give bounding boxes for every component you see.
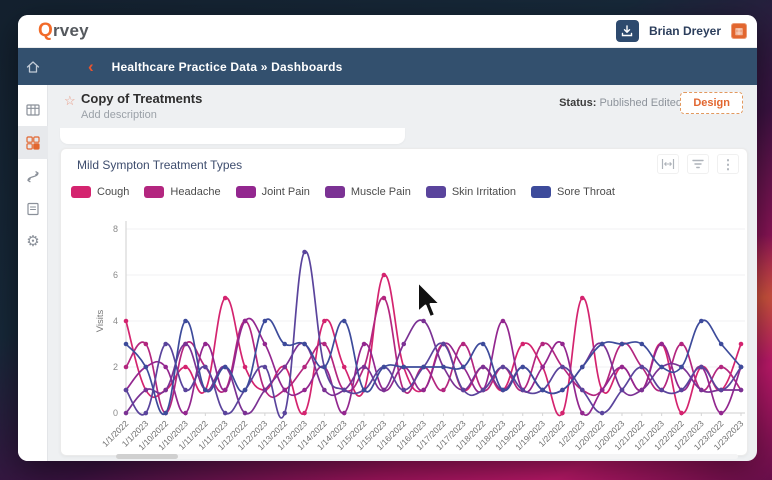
main-content: ☆ Copy of Treatments Add description Sta… <box>48 85 757 461</box>
legend-label: Headache <box>170 186 220 198</box>
sidebar-item-dashboards[interactable] <box>18 126 48 159</box>
back-chevron-icon[interactable]: ‹ <box>88 58 94 75</box>
sidebar: ⚙ <box>18 85 48 461</box>
sidebar-item-pages[interactable] <box>18 192 48 225</box>
svg-text:2: 2 <box>113 362 118 372</box>
partial-panel-above <box>60 128 405 144</box>
chart-legend: Cough Headache Joint Pain Muscle Pain Skin I… <box>71 186 615 198</box>
legend-item[interactable]: Joint Pain <box>236 186 310 198</box>
topbar-right: Brian Dreyer ▦ <box>616 20 747 42</box>
chart-hscroll-thumb[interactable] <box>116 454 178 459</box>
breadcrumb-bar: ‹ Healthcare Practice Data » Dashboards <box>18 48 757 85</box>
status-label: Status: <box>559 97 596 109</box>
legend-swatch <box>236 186 256 198</box>
breadcrumb[interactable]: Healthcare Practice Data » Dashboards <box>112 60 343 74</box>
sidebar-item-settings[interactable]: ⚙ <box>18 225 48 258</box>
legend-label: Sore Throat <box>557 186 615 198</box>
legend-label: Muscle Pain <box>351 186 411 198</box>
status-text: Status: Published Edited <box>559 97 682 109</box>
design-button[interactable]: Design <box>680 92 743 114</box>
legend-item[interactable]: Headache <box>144 186 220 198</box>
chart-panel-toolbar: ⋮ <box>657 154 739 174</box>
legend-swatch <box>71 186 91 198</box>
fit-width-button[interactable] <box>657 154 679 174</box>
logo-q: Q <box>38 20 53 41</box>
sidebar-item-connections[interactable] <box>18 159 48 192</box>
user-name[interactable]: Brian Dreyer <box>649 24 721 38</box>
home-icon <box>25 59 41 75</box>
download-icon <box>621 25 633 37</box>
fit-width-icon <box>661 158 675 170</box>
app-window: Qrvey Brian Dreyer ▦ ‹ Healthcare Practi… <box>18 15 757 461</box>
desktop-background: { "header": { "logo_q": "Q", "logo_rest"… <box>0 0 772 480</box>
pages-icon <box>25 201 41 217</box>
kebab-menu-icon: ⋮ <box>722 158 735 171</box>
legend-label: Cough <box>97 186 129 198</box>
chart-hscroll-track[interactable] <box>116 454 738 459</box>
svg-text:4: 4 <box>113 316 118 326</box>
svg-text:6: 6 <box>113 270 118 280</box>
home-nav-cell[interactable] <box>18 48 48 85</box>
legend-label: Skin Irritation <box>452 186 516 198</box>
dashboards-icon <box>25 135 41 151</box>
tables-icon <box>25 102 41 118</box>
legend-item[interactable]: Muscle Pain <box>325 186 411 198</box>
chart-panel-title: Mild Sympton Treatment Types <box>77 158 242 172</box>
avatar-image-icon: ▦ <box>735 26 744 37</box>
svg-text:0: 0 <box>113 408 118 418</box>
filter-button[interactable] <box>687 154 709 174</box>
qrvey-logo[interactable]: Qrvey <box>38 20 89 42</box>
legend-item[interactable]: Skin Irritation <box>426 186 516 198</box>
legend-swatch <box>144 186 164 198</box>
top-bar: Qrvey Brian Dreyer ▦ <box>18 15 757 48</box>
legend-item[interactable]: Cough <box>71 186 129 198</box>
add-description-field[interactable]: Add description <box>81 109 157 121</box>
legend-label: Joint Pain <box>262 186 310 198</box>
user-avatar[interactable]: ▦ <box>731 23 747 39</box>
chart-menu-button[interactable]: ⋮ <box>717 154 739 174</box>
logo-rest: rvey <box>53 21 89 40</box>
legend-item[interactable]: Sore Throat <box>531 186 615 198</box>
legend-swatch <box>426 186 446 198</box>
page-title: Copy of Treatments <box>81 91 202 106</box>
favorite-star-icon[interactable]: ☆ <box>64 93 76 109</box>
legend-swatch <box>531 186 551 198</box>
connections-icon <box>25 168 41 184</box>
legend-swatch <box>325 186 345 198</box>
status-value: Published Edited <box>599 97 682 109</box>
settings-gear-icon: ⚙ <box>26 234 39 249</box>
export-download-button[interactable] <box>616 20 639 42</box>
treatment-line-chart[interactable]: 02468Visits1/1/20221/1/20231/10/20221/10… <box>61 211 749 455</box>
sidebar-item-tables[interactable] <box>18 93 48 126</box>
svg-text:Visits: Visits <box>95 309 106 332</box>
filter-icon <box>691 158 705 170</box>
chart-panel: Mild Sympton Treatment Types ⋮ C <box>60 148 748 456</box>
svg-text:8: 8 <box>113 224 118 234</box>
